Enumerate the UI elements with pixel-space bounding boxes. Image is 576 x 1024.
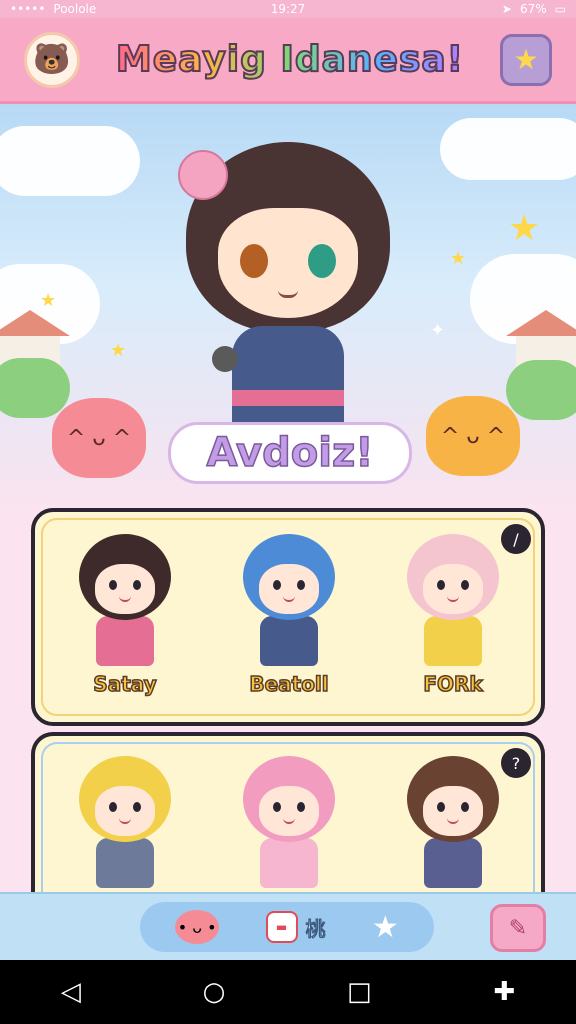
character-eye (109, 802, 117, 812)
cloud (0, 126, 140, 196)
location-icon: ➤ (501, 2, 512, 16)
edit-button[interactable]: ✎ (490, 904, 546, 952)
character-hair (243, 756, 335, 842)
character-outfit (260, 838, 318, 888)
tree (0, 358, 70, 418)
recents-icon[interactable]: □ (347, 977, 372, 1007)
character-hair (407, 756, 499, 842)
character-eye (133, 580, 141, 590)
character-eye (273, 802, 281, 812)
character-face (95, 786, 155, 836)
character-face (259, 564, 319, 614)
character-eye (297, 580, 305, 590)
hair-bow (178, 150, 228, 200)
sparkle-icon: ★ (40, 290, 57, 311)
app-title: Meayig Idanesa! (115, 38, 465, 81)
character-brunette[interactable] (397, 756, 509, 888)
character-card-row-2: ? (31, 732, 545, 902)
hero-eye-left (240, 244, 268, 278)
character-outfit (96, 616, 154, 666)
character-fork[interactable]: FORk (397, 534, 509, 697)
back-icon[interactable]: ◁ (61, 977, 81, 1007)
carrier-label: Poolole (53, 2, 97, 16)
status-right: ➤ 67% ▭ (502, 2, 566, 16)
system-nav-bar: ◁ ○ □ ✚ (0, 960, 576, 1024)
star-nav-button[interactable]: ★ (372, 910, 399, 945)
sparkle-icon: ★ (110, 340, 127, 361)
character-face (259, 786, 319, 836)
character-eye (109, 580, 117, 590)
battery-icon: ▭ (554, 2, 566, 16)
app-header: 🐻 Meayig Idanesa! ★ (0, 18, 576, 104)
sparkle-icon: ★ (450, 248, 467, 269)
nav-pill: • ᴗ • ▬ 桃 ★ (140, 902, 434, 952)
home-icon[interactable]: ○ (203, 977, 226, 1007)
character-eye (273, 580, 281, 590)
hero-banner[interactable]: Avdoiz! (168, 422, 412, 484)
character-smile (447, 596, 459, 602)
character-face (423, 786, 483, 836)
card-icon: ▬ (265, 911, 298, 943)
signal-icon: ••••• (10, 2, 46, 16)
hero-scene: ★ ★ ★ ★ ✦ ^ ᴗ ^ ^ ᴗ ^ Avdoiz! (0, 104, 576, 504)
hero-eye-right (308, 244, 336, 278)
character-smile (119, 596, 131, 602)
hero-mouth (278, 290, 298, 298)
character-blonde[interactable] (69, 756, 181, 888)
card-nav-label: 桃 (305, 916, 326, 941)
hero-character[interactable] (168, 130, 408, 436)
character-name: Satay (93, 671, 158, 697)
character-name: FORk (423, 671, 484, 697)
character-outfit (424, 616, 482, 666)
plus-icon[interactable]: ✚ (493, 977, 515, 1007)
character-outfit (424, 838, 482, 888)
character-eye (297, 802, 305, 812)
character-hair (243, 534, 335, 620)
character-outfit (260, 616, 318, 666)
character-smile (447, 818, 459, 824)
character-eye (437, 580, 445, 590)
star-face-icon: ★ (508, 208, 541, 249)
character-eye (133, 802, 141, 812)
hero-kimono (232, 326, 344, 436)
orange-pet[interactable]: ^ ᴗ ^ (426, 396, 520, 476)
tree (506, 360, 576, 420)
star-button[interactable]: ★ (500, 33, 552, 86)
character-face (95, 564, 155, 614)
cloud (440, 118, 576, 180)
bottom-nav-bar: • ᴗ • ▬ 桃 ★ ✎ (0, 892, 576, 960)
character-outfit (96, 838, 154, 888)
status-bar: ••••• Poolole 19:27 ➤ 67% ▭ (0, 0, 576, 18)
card-nav-button[interactable]: ▬ 桃 (265, 911, 326, 943)
character-eye (461, 580, 469, 590)
character-hair (407, 534, 499, 620)
character-smile (283, 596, 295, 602)
microphone-icon (212, 346, 238, 372)
character-beatoll[interactable]: Beatoll (233, 534, 345, 697)
character-face (423, 564, 483, 614)
status-left: ••••• Poolole (10, 2, 96, 16)
hero-sash (232, 390, 344, 406)
battery-label: 67% (519, 2, 547, 16)
character-hair (79, 534, 171, 620)
character-card-row-1: / Satay Beatoll FORk (31, 508, 545, 726)
character-smile (119, 818, 131, 824)
character-satay[interactable]: Satay (69, 534, 181, 697)
pet-nav-button[interactable]: • ᴗ • (175, 910, 220, 944)
status-time: 19:27 (270, 2, 306, 16)
character-name: Beatoll (249, 671, 330, 697)
pink-pet[interactable]: ^ ᴗ ^ (52, 398, 146, 478)
star-icon: ★ (513, 43, 539, 76)
pencil-icon: ✎ (508, 915, 528, 941)
hero-face (218, 208, 358, 318)
character-eye (437, 802, 445, 812)
character-eye (461, 802, 469, 812)
sparkle-icon: ✦ (430, 320, 446, 341)
bear-icon[interactable]: 🐻 (24, 31, 80, 88)
character-hair (79, 756, 171, 842)
character-pink[interactable] (233, 756, 345, 888)
character-smile (283, 818, 295, 824)
